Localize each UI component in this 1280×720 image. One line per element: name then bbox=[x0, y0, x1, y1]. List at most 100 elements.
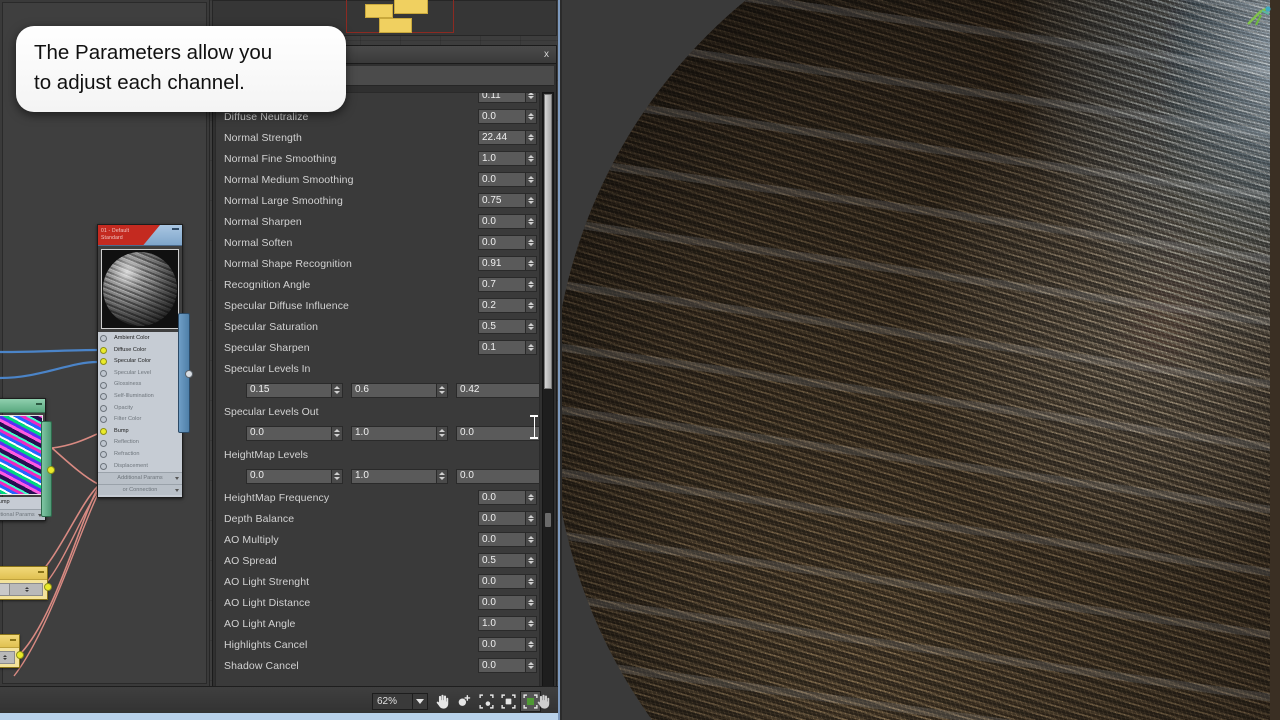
parameter-value-input[interactable]: 0.0 bbox=[478, 532, 526, 547]
parameter-value-input[interactable]: 0.0 bbox=[478, 235, 526, 250]
select-region-tool-button[interactable] bbox=[476, 691, 497, 712]
spinner-icon[interactable] bbox=[526, 130, 537, 145]
slot-dot-icon[interactable] bbox=[100, 416, 107, 424]
parameter-value-input[interactable]: 0.0 bbox=[478, 490, 526, 505]
parameter-value-input[interactable]: 0.7 bbox=[478, 277, 526, 292]
spinner-icon[interactable] bbox=[526, 193, 537, 208]
value-node-b[interactable] bbox=[0, 634, 24, 668]
spinner-icon[interactable] bbox=[526, 553, 537, 568]
value-node-b-field[interactable] bbox=[0, 651, 15, 664]
spinner-icon[interactable] bbox=[8, 584, 42, 595]
spinner-icon[interactable] bbox=[437, 468, 448, 484]
bump-node-header[interactable]: Bump bbox=[0, 399, 45, 413]
spinner-icon[interactable] bbox=[526, 151, 537, 166]
material-node-slot[interactable]: Ambient Color bbox=[98, 333, 182, 345]
parameter-value-input[interactable]: 0.0 bbox=[246, 468, 332, 484]
parameter-value-input[interactable]: 0.11 bbox=[478, 93, 526, 103]
slot-dot-icon[interactable] bbox=[100, 370, 107, 378]
parameter-value-input[interactable]: 1.0 bbox=[478, 151, 526, 166]
parameter-value-input[interactable]: 0.0 bbox=[478, 511, 526, 526]
spinner-icon[interactable] bbox=[0, 652, 14, 663]
parameter-value-input[interactable]: 0.0 bbox=[246, 425, 332, 441]
parameter-value-input[interactable]: 0.5 bbox=[478, 553, 526, 568]
parameter-value-input[interactable]: 0.6 bbox=[351, 382, 437, 398]
parameter-value-input[interactable]: 1.0 bbox=[478, 616, 526, 631]
spinner-icon[interactable] bbox=[526, 511, 537, 526]
parameter-value-input[interactable]: 0.0 bbox=[478, 574, 526, 589]
bump-node-output-dot[interactable] bbox=[47, 466, 55, 474]
spinner-icon[interactable] bbox=[526, 658, 537, 673]
spinner-icon[interactable] bbox=[526, 490, 537, 505]
minimize-icon[interactable] bbox=[38, 571, 44, 573]
spinner-icon[interactable] bbox=[437, 382, 448, 398]
spinner-icon[interactable] bbox=[526, 93, 537, 103]
spinner-icon[interactable] bbox=[526, 340, 537, 355]
spinner-icon[interactable] bbox=[526, 637, 537, 652]
scrollbar-thumb[interactable] bbox=[544, 94, 552, 389]
spinner-icon[interactable] bbox=[526, 256, 537, 271]
slot-dot-icon[interactable] bbox=[100, 428, 107, 436]
bump-node-extra-slot[interactable]: Additional Params bbox=[0, 508, 45, 521]
slot-dot-icon[interactable] bbox=[100, 335, 107, 343]
material-node-extra-slot-2[interactable]: or Connection bbox=[98, 483, 182, 496]
minimize-icon[interactable] bbox=[172, 228, 179, 230]
value-node-b-header[interactable] bbox=[0, 635, 19, 648]
slot-dot-icon[interactable] bbox=[100, 393, 107, 401]
parameter-value-input[interactable]: 0.0 bbox=[456, 468, 539, 484]
parameter-value-input[interactable]: 0.0 bbox=[478, 109, 526, 124]
scrollbar-grip[interactable] bbox=[545, 513, 551, 527]
spinner-icon[interactable] bbox=[526, 298, 537, 313]
slot-dot-icon[interactable] bbox=[100, 451, 107, 459]
value-node-a[interactable]: Output 0.3 bbox=[0, 566, 52, 600]
minimize-icon[interactable] bbox=[10, 639, 16, 641]
bump-map-node[interactable]: Bump Bump Additional Params bbox=[0, 398, 55, 522]
parameter-value-input[interactable]: 0.75 bbox=[478, 193, 526, 208]
parameter-value-input[interactable]: 0.0 bbox=[478, 214, 526, 229]
material-node-slot[interactable]: Displacement bbox=[98, 461, 182, 473]
bump-node-slot[interactable]: Bump bbox=[0, 497, 45, 509]
material-node-slot[interactable]: Specular Color bbox=[98, 356, 182, 368]
parameter-value-input[interactable]: 0.0 bbox=[456, 425, 539, 441]
pan-tool-alt-button[interactable] bbox=[533, 691, 554, 712]
parameter-value-input[interactable]: 0.0 bbox=[478, 658, 526, 673]
slot-dot-icon[interactable] bbox=[100, 404, 107, 412]
navigator-viewport-rect[interactable] bbox=[346, 0, 454, 33]
spinner-icon[interactable] bbox=[526, 172, 537, 187]
material-node-slot[interactable]: Self-Illumination bbox=[98, 391, 182, 403]
spinner-icon[interactable] bbox=[526, 277, 537, 292]
material-node-extra-slot-1[interactable]: Additional Params bbox=[98, 472, 182, 484]
value-node-a-header[interactable]: Output bbox=[0, 567, 47, 580]
spinner-icon[interactable] bbox=[526, 616, 537, 631]
spinner-icon[interactable] bbox=[526, 319, 537, 334]
parameter-value-input[interactable]: 1.0 bbox=[351, 425, 437, 441]
slot-dot-icon[interactable] bbox=[100, 462, 107, 470]
parameter-value-input[interactable]: 0.0 bbox=[478, 595, 526, 610]
value-node-b-output-dot[interactable] bbox=[16, 651, 24, 659]
material-node-slot[interactable]: Filter Color bbox=[98, 414, 182, 426]
parameter-value-input[interactable]: 0.0 bbox=[478, 172, 526, 187]
spinner-icon[interactable] bbox=[526, 574, 537, 589]
spinner-icon[interactable] bbox=[437, 425, 448, 441]
spinner-icon[interactable] bbox=[526, 235, 537, 250]
spinner-icon[interactable] bbox=[332, 468, 343, 484]
bump-node-output-port[interactable] bbox=[41, 421, 55, 517]
zoom-level-dropdown[interactable]: 62% bbox=[372, 693, 428, 710]
parameter-value-input[interactable]: 0.91 bbox=[478, 256, 526, 271]
parameter-value-input[interactable]: 0.2 bbox=[478, 298, 526, 313]
spinner-icon[interactable] bbox=[332, 425, 343, 441]
slot-dot-icon[interactable] bbox=[100, 381, 107, 389]
material-node-header[interactable]: 01 - Default Standard bbox=[98, 225, 182, 246]
parameter-value-input[interactable]: 1.0 bbox=[351, 468, 437, 484]
parameter-value-input[interactable]: 0.15 bbox=[246, 382, 332, 398]
value-node-a-output-dot[interactable] bbox=[44, 583, 52, 591]
parameter-value-input[interactable]: 0.0 bbox=[478, 637, 526, 652]
material-node-slot[interactable]: Opacity bbox=[98, 403, 182, 415]
slot-dot-icon[interactable] bbox=[100, 439, 107, 447]
spinner-icon[interactable] bbox=[526, 595, 537, 610]
spinner-icon[interactable] bbox=[526, 109, 537, 124]
parameter-value-input[interactable]: 22.44 bbox=[478, 130, 526, 145]
parameters-scrollbar[interactable] bbox=[542, 92, 554, 687]
material-node-slot[interactable]: Refraction bbox=[98, 449, 182, 461]
material-node-output-port[interactable] bbox=[178, 313, 193, 433]
material-node-slot[interactable]: Bump bbox=[98, 426, 182, 438]
